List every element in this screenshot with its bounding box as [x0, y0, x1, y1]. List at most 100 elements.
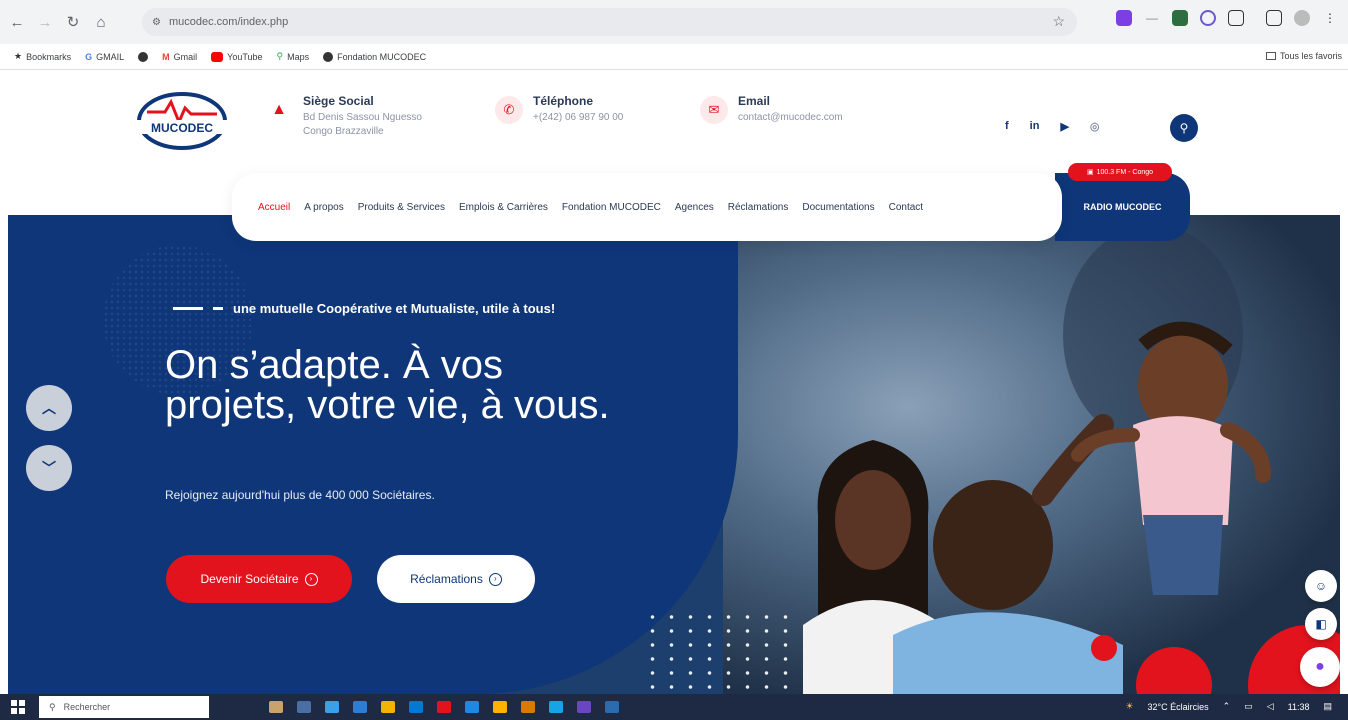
- nav-item-fondation[interactable]: Fondation MUCODEC: [562, 202, 661, 213]
- linkedin-icon[interactable]: in: [1030, 120, 1040, 133]
- nav-item-reclamations[interactable]: Réclamations: [728, 202, 789, 213]
- browser-toolbar: ← → ↻ ⌂ ⚙ mucodec.com/index.php ☆ — ⋮: [0, 0, 1348, 44]
- hero-tagline: une mutuelle Coopérative et Mutualiste, …: [173, 301, 555, 316]
- side-panel-icon[interactable]: [1266, 10, 1282, 26]
- all-bookmarks[interactable]: Tous les favoris: [1265, 51, 1342, 61]
- email-title: Email: [738, 94, 771, 108]
- hero-photo: [723, 215, 1340, 694]
- taskbar-app-icon[interactable]: [521, 701, 535, 713]
- siege-line2: Congo Brazzaville: [303, 126, 384, 137]
- nav-item-emplois-carrieres[interactable]: Emplois & Carrières: [459, 202, 548, 213]
- weather-text[interactable]: 32°C Éclaircies: [1148, 702, 1209, 712]
- volume-icon[interactable]: ◁: [1267, 701, 1274, 712]
- assistant-widget-button[interactable]: ●: [1300, 647, 1340, 687]
- translate-widget-button[interactable]: ◧: [1305, 608, 1337, 640]
- taskbar-app-icon[interactable]: [577, 701, 591, 713]
- slider-up-button[interactable]: ︿: [26, 385, 72, 431]
- forward-icon[interactable]: →: [34, 11, 56, 33]
- nav-item-agences[interactable]: Agences: [675, 202, 714, 213]
- reload-icon[interactable]: ↻: [62, 11, 84, 33]
- email-info: ✉ Email contact@mucodec.com: [700, 94, 843, 125]
- chrome-icon[interactable]: [493, 701, 507, 713]
- bookmark-item[interactable]: ★ Bookmarks: [14, 51, 71, 62]
- reclamations-label: Réclamations: [410, 572, 483, 586]
- hero-headline: On s’adapte. À vos projets, votre vie, à…: [165, 343, 610, 427]
- bookmark-item[interactable]: [138, 51, 149, 62]
- taskbar-search-input[interactable]: ⚲ Rechercher: [39, 696, 209, 718]
- siege-info: ▲ Siège Social Bd Denis Sassou Nguesso C…: [265, 94, 422, 139]
- nav-item-accueil[interactable]: Accueil: [258, 202, 290, 213]
- search-icon: ⚲: [49, 701, 56, 712]
- search-icon: ⚲: [1179, 121, 1189, 135]
- phone-value[interactable]: +(242) 06 987 90 00: [533, 111, 623, 125]
- extension-minus-icon[interactable]: —: [1144, 10, 1160, 26]
- windows-taskbar: ⚲ Rechercher ☀ 32°C Éclaircies ⌃ ▭ ◁ 11:…: [0, 694, 1348, 720]
- file-explorer-icon[interactable]: [381, 701, 395, 713]
- taskbar-app-icon[interactable]: [605, 701, 619, 713]
- bookmark-star-icon[interactable]: ☆: [1052, 13, 1065, 30]
- youtube-icon[interactable]: ▶: [1060, 120, 1068, 133]
- chat-widget-button[interactable]: ☺: [1305, 570, 1337, 602]
- arrow-right-circle-icon: ›: [304, 572, 318, 586]
- bookmark-item[interactable]: G GMAIL: [85, 52, 124, 62]
- chevron-up-icon[interactable]: ⌃: [1223, 701, 1231, 712]
- menu-kebab-icon[interactable]: ⋮: [1322, 10, 1338, 26]
- radio-mucodec-button[interactable]: RADIO MUCODEC: [1055, 173, 1190, 241]
- reclamations-button[interactable]: Réclamations ›: [377, 555, 535, 603]
- become-member-button[interactable]: Devenir Sociétaire ›: [166, 555, 352, 603]
- task-view-icon[interactable]: [297, 701, 311, 713]
- hero-subline: Rejoignez aujourd'hui plus de 400 000 So…: [165, 488, 435, 502]
- decorative-dot-grid: [643, 610, 788, 690]
- hero-tagline-text: une mutuelle Coopérative et Mutualiste, …: [233, 301, 556, 316]
- taskbar-app-icon[interactable]: [409, 701, 423, 713]
- chatbot-icon: ☺: [1314, 579, 1328, 593]
- slider-down-button[interactable]: ﹀: [26, 445, 72, 491]
- svg-text:MUCODEC: MUCODEC: [151, 121, 213, 135]
- phone-info: ✆ Téléphone +(242) 06 987 90 00: [495, 94, 623, 125]
- nav-item-contact[interactable]: Contact: [889, 202, 923, 213]
- mucodec-logo[interactable]: MUCODEC: [135, 90, 230, 150]
- chevron-down-icon: ﹀: [42, 460, 56, 476]
- arrow-right-circle-icon: ›: [488, 572, 502, 586]
- extensions-puzzle-icon[interactable]: [1228, 10, 1244, 26]
- bookmark-item[interactable]: YouTube: [211, 51, 263, 62]
- radio-label: RADIO MUCODEC: [1083, 202, 1162, 212]
- edge-icon[interactable]: [549, 701, 563, 713]
- notifications-icon[interactable]: ▤: [1323, 701, 1332, 712]
- site-info-icon[interactable]: ⚙: [152, 17, 161, 28]
- email-value[interactable]: contact@mucodec.com: [738, 111, 843, 125]
- search-button[interactable]: ⚲: [1170, 114, 1198, 142]
- mail-icon: ✉: [700, 96, 728, 124]
- become-member-label: Devenir Sociétaire: [200, 572, 299, 586]
- social-links: f in ▶ ◎: [1005, 120, 1100, 133]
- bookmarks-bar: ★ Bookmarks G GMAIL M Gmail YouTube ⚲ Maps F…: [0, 44, 1348, 70]
- nav-item-a-propos[interactable]: A propos: [304, 202, 343, 213]
- assistant-icon: ●: [1315, 658, 1325, 675]
- profile-avatar[interactable]: [1294, 10, 1310, 26]
- extension-icon[interactable]: [1116, 10, 1132, 26]
- nav-item-produits-services[interactable]: Produits & Services: [358, 202, 445, 213]
- taskbar-app-icon[interactable]: [437, 701, 451, 713]
- facebook-icon[interactable]: f: [1005, 120, 1009, 133]
- taskbar-app-icon[interactable]: [465, 701, 479, 713]
- taskbar-app-icon[interactable]: [353, 701, 367, 713]
- radio-frequency-badge: ▣ 100.3 FM - Congo: [1068, 163, 1172, 181]
- bookmark-item[interactable]: M Gmail: [162, 52, 197, 62]
- bookmark-item[interactable]: Fondation MUCODEC: [323, 51, 426, 62]
- extension-icon[interactable]: [1172, 10, 1188, 26]
- taskbar-app-icon[interactable]: [269, 701, 283, 713]
- windows-start-icon[interactable]: [11, 700, 25, 714]
- taskbar-app-icon[interactable]: [325, 701, 339, 713]
- extensions-area: — ⋮: [1116, 10, 1338, 26]
- instagram-icon[interactable]: ◎: [1090, 120, 1100, 133]
- bookmark-item[interactable]: ⚲ Maps: [277, 51, 310, 62]
- address-bar[interactable]: ⚙ mucodec.com/index.php ☆: [142, 8, 1077, 36]
- extension-icon[interactable]: [1200, 10, 1216, 26]
- home-icon[interactable]: ⌂: [90, 11, 112, 33]
- nav-item-documentations[interactable]: Documentations: [802, 202, 874, 213]
- back-icon[interactable]: ←: [6, 11, 28, 33]
- siege-line1: Bd Denis Sassou Nguesso: [303, 112, 422, 123]
- clock[interactable]: 11:38: [1288, 702, 1310, 712]
- network-icon[interactable]: ▭: [1244, 701, 1253, 712]
- family-photo: [803, 225, 1271, 694]
